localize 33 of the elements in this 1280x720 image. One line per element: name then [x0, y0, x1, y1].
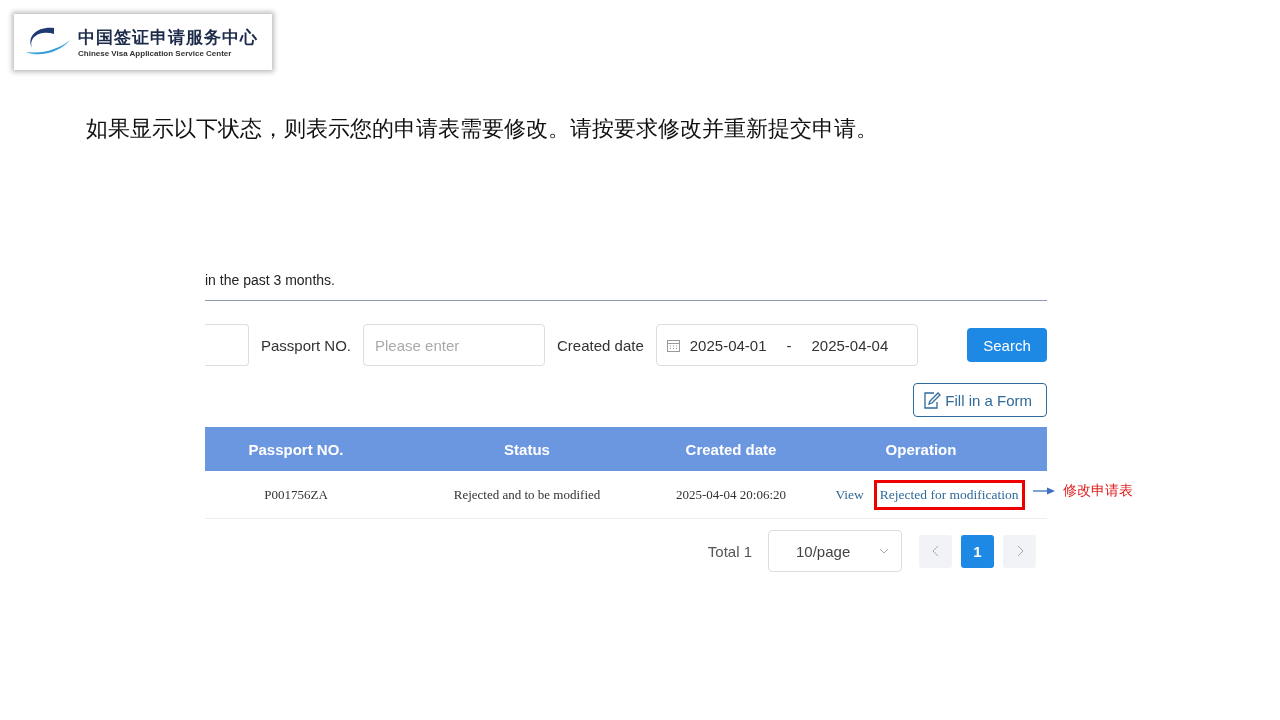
logo-title: 中国签证申请服务中心: [78, 26, 258, 49]
highlighted-link[interactable]: Rejected for modification: [873, 479, 1025, 510]
table-cell-text: P001756ZA: [263, 486, 329, 503]
link[interactable]: View: [829, 479, 870, 510]
search-button[interactable]: Search: [967, 328, 1047, 362]
date-separator: -: [786, 336, 792, 354]
fill-form-button[interactable]: Fill in a Form: [913, 383, 1047, 417]
column-header: Passport NO.: [247, 440, 345, 458]
column-header: Operation: [884, 440, 958, 458]
date-to: 2025-04-04: [811, 336, 889, 354]
date-range-field[interactable]: 2025-04-01 - 2025-04-04: [655, 324, 918, 366]
table-cell-text: Rejected and to be modified: [452, 486, 602, 503]
next-page-button[interactable]: [1003, 534, 1036, 568]
passport-input-field[interactable]: Please enter: [363, 324, 546, 366]
previous-page-button[interactable]: [919, 534, 952, 568]
page-size-select[interactable]: 10/page: [768, 530, 902, 572]
edit-icon: [923, 391, 942, 409]
table-cell-text: 2025-04-04 20:06:20: [674, 486, 788, 503]
field-label: Passport NO.: [261, 336, 352, 354]
date-from: 2025-04-01: [689, 336, 767, 354]
field-label: Created date: [557, 336, 644, 354]
instruction-text: 如果显示以下状态，则表示您的申请表需要修改。请按要求修改并重新提交申请。: [86, 115, 879, 143]
logo-subtitle: Chinese Visa Application Service Center: [78, 49, 233, 58]
column-header: Created date: [684, 440, 778, 458]
column-header: Status: [503, 440, 551, 458]
notice-text: in the past 3 months.: [205, 272, 335, 288]
arrow-icon: [1033, 487, 1055, 495]
chevron-left-icon: [930, 545, 941, 557]
annotation-text: 修改申请表: [1063, 482, 1133, 500]
calendar-icon: [666, 338, 680, 352]
input-field[interactable]: [205, 324, 249, 366]
total-count: Total 1: [707, 542, 752, 560]
page-button[interactable]: 1: [961, 534, 994, 568]
